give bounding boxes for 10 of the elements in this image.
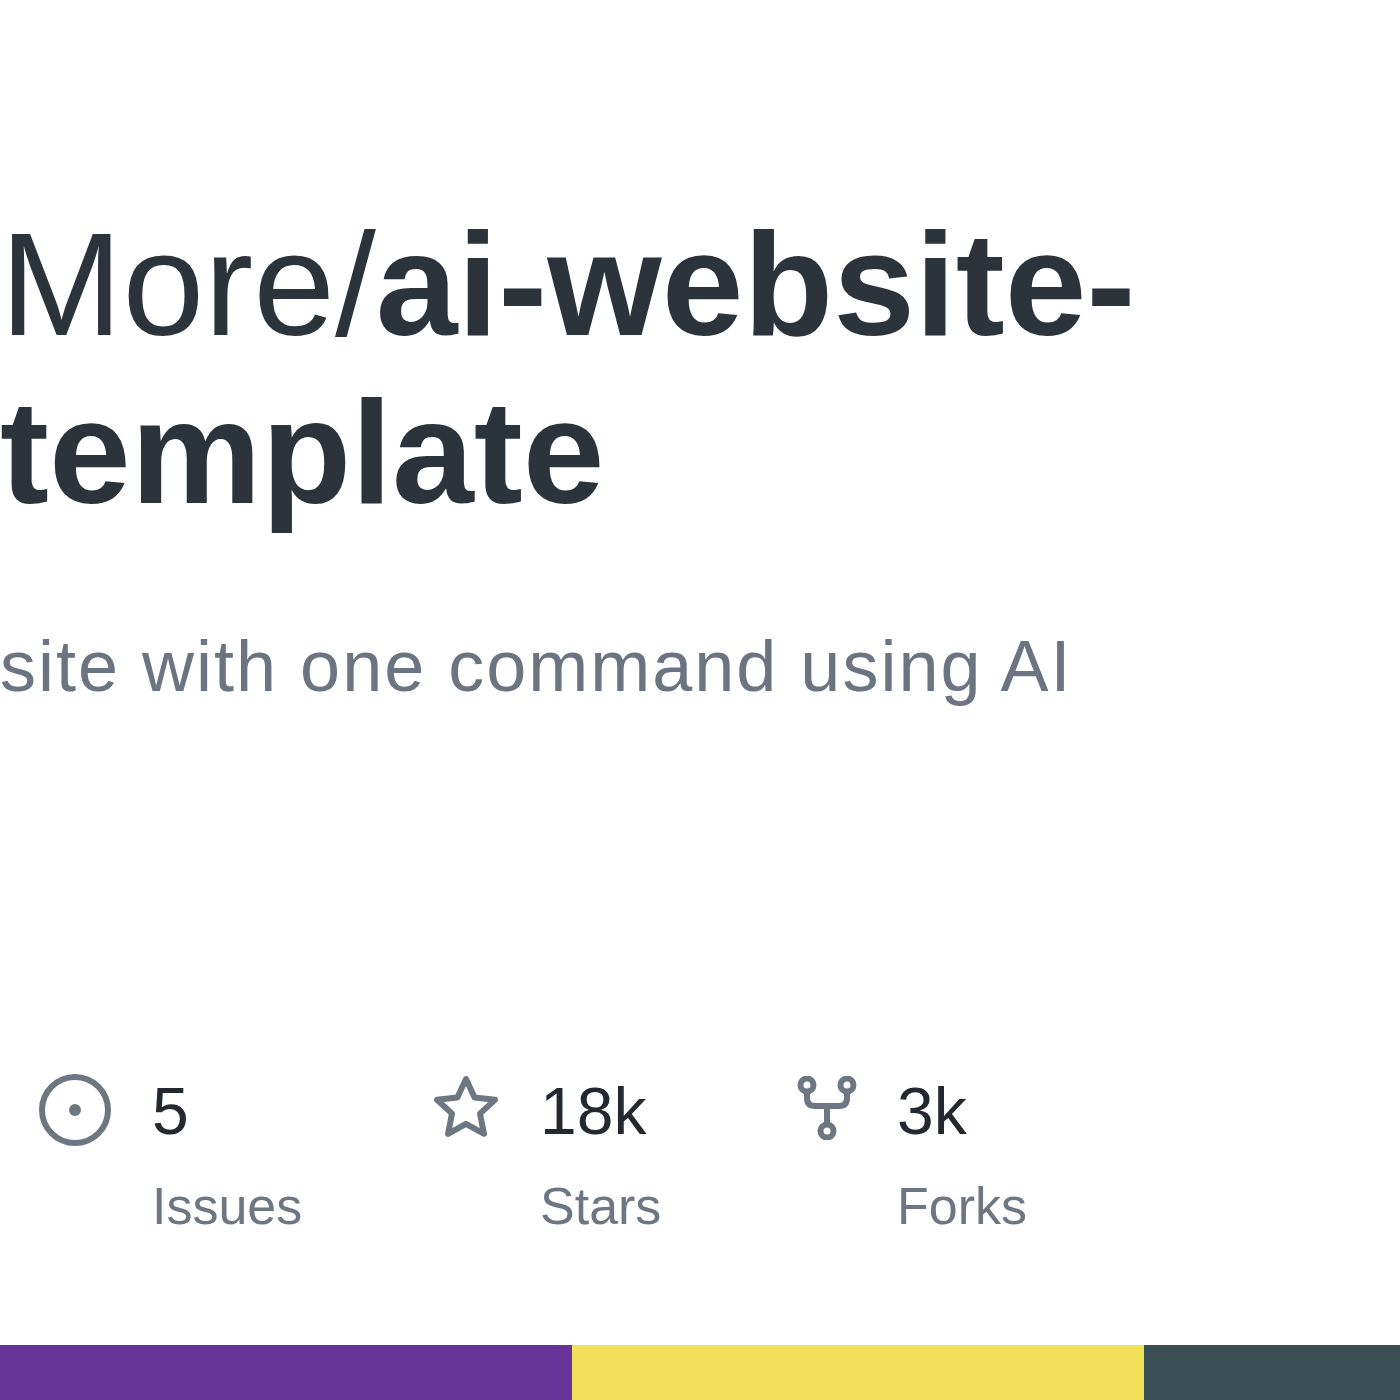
stat-label: Forks [897, 1176, 1027, 1236]
repository-title: More/ai-website-template [0, 201, 1137, 536]
fork-icon [797, 1076, 857, 1140]
repository-description: site with one command using AI [0, 626, 1074, 706]
stat-count: 18k [540, 1073, 648, 1149]
stat-label: Stars [540, 1176, 662, 1236]
circle-dot-icon [38, 1073, 112, 1147]
stat-count: 3k [897, 1073, 968, 1149]
stat-count: 5 [152, 1073, 190, 1149]
stat-label: Issues [152, 1176, 303, 1236]
